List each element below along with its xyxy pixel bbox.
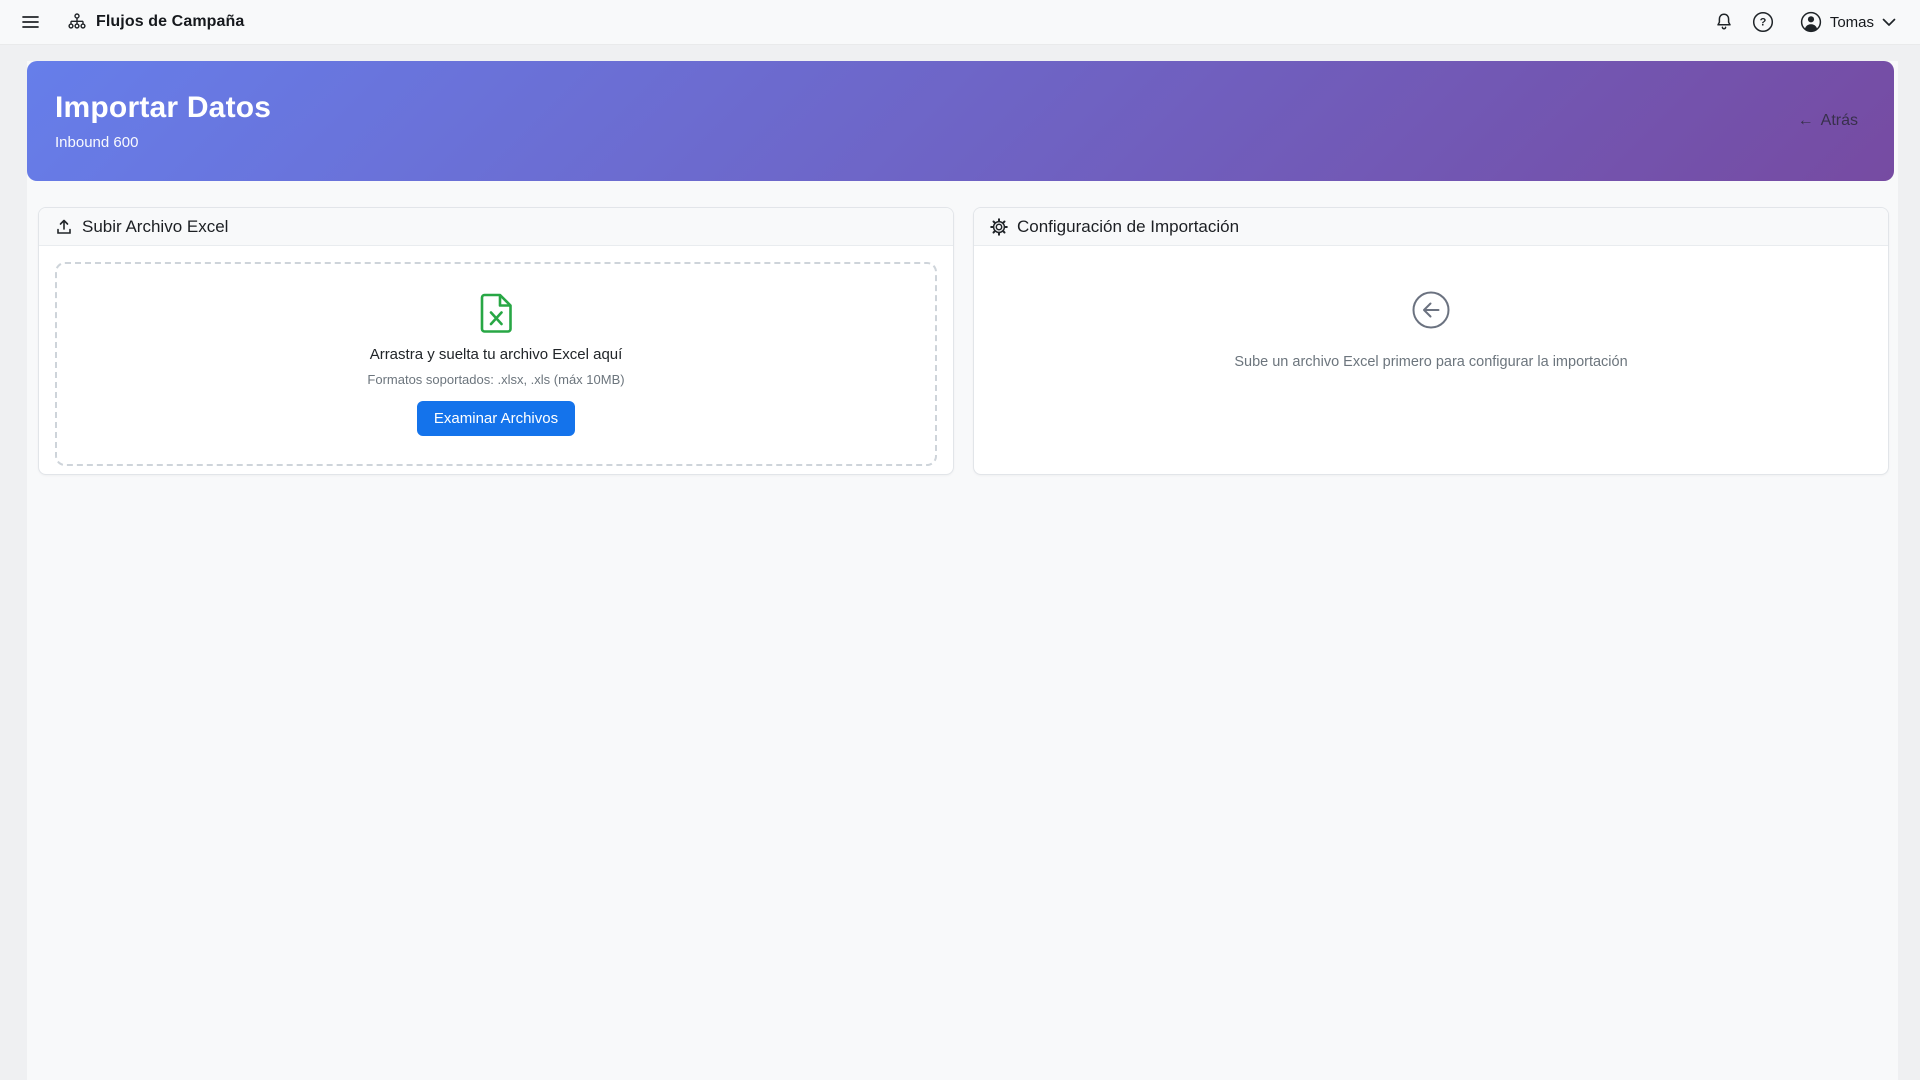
user-name: Tomas — [1830, 14, 1874, 31]
dropzone-title: Arrastra y suelta tu archivo Excel aquí — [370, 346, 623, 363]
app-title: Flujos de Campaña — [96, 13, 244, 31]
user-avatar-icon — [1800, 11, 1822, 33]
topbar: Flujos de Campaña ? Tomas — [0, 0, 1920, 45]
hero-banner: Importar Datos Inbound 600 ← Atrás — [27, 61, 1894, 181]
excel-dropzone[interactable]: Arrastra y suelta tu archivo Excel aquí … — [55, 262, 937, 466]
campaign-flows-icon — [67, 13, 87, 31]
help-icon: ? — [1752, 11, 1774, 33]
upload-card-header: Subir Archivo Excel — [39, 208, 953, 246]
import-config-card: Configuración de Importación Sube un arc… — [973, 207, 1889, 475]
config-empty-message: Sube un archivo Excel primero para confi… — [1234, 354, 1627, 370]
upload-card-body: Arrastra y suelta tu archivo Excel aquí … — [39, 246, 953, 475]
page-title: Importar Datos — [55, 91, 271, 125]
help-button[interactable]: ? — [1748, 7, 1778, 37]
topbar-actions: ? Tomas — [1710, 7, 1896, 37]
dropzone-hint: Formatos soportados: .xlsx, .xls (máx 10… — [367, 372, 624, 387]
config-card-header: Configuración de Importación — [974, 208, 1888, 246]
menu-button[interactable] — [18, 11, 43, 33]
cards-row: Subir Archivo Excel Arrastra y suelta tu… — [38, 207, 1889, 475]
excel-file-icon — [479, 293, 513, 334]
browse-files-button[interactable]: Examinar Archivos — [417, 401, 575, 436]
gear-icon — [990, 218, 1008, 236]
svg-text:?: ? — [1759, 17, 1766, 29]
back-button[interactable]: ← Atrás — [1796, 106, 1860, 136]
notifications-button[interactable] — [1710, 8, 1738, 36]
back-button-label: Atrás — [1821, 112, 1858, 130]
arrow-left-icon: ← — [1798, 112, 1814, 130]
chevron-down-icon — [1882, 18, 1896, 27]
main-content: Importar Datos Inbound 600 ← Atrás Subir… — [27, 61, 1898, 1080]
hamburger-icon — [22, 15, 39, 29]
upload-card-title: Subir Archivo Excel — [82, 217, 228, 237]
config-card-body: Sube un archivo Excel primero para confi… — [974, 246, 1888, 475]
app-home-link[interactable]: Flujos de Campaña — [67, 13, 244, 31]
hero-text: Importar Datos Inbound 600 — [55, 91, 271, 151]
upload-card: Subir Archivo Excel Arrastra y suelta tu… — [38, 207, 954, 475]
user-menu[interactable]: Tomas — [1800, 11, 1896, 33]
config-card-title: Configuración de Importación — [1017, 217, 1239, 237]
arrow-left-circle-icon — [1411, 290, 1451, 330]
upload-icon — [55, 218, 73, 236]
page: { "topbar": { "title": "Flujos de Campañ… — [0, 0, 1920, 1080]
bell-icon — [1714, 12, 1734, 32]
page-subtitle: Inbound 600 — [55, 134, 271, 151]
